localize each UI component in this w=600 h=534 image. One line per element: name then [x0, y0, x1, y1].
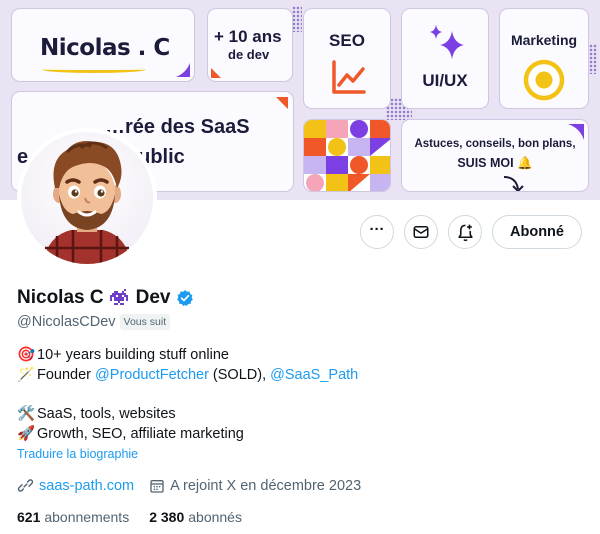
following-label: abonnements [44, 509, 130, 525]
website-link[interactable]: saas-path.com [39, 478, 134, 494]
display-name-prefix: Nicolas C [17, 287, 104, 308]
avatar-character-icon [43, 141, 131, 264]
corner-accent-icon [568, 124, 584, 140]
message-button[interactable] [404, 215, 438, 249]
profile-meta: saas-path.com A rejoint X en décembre 20… [17, 477, 361, 494]
arrow-down-icon [503, 176, 524, 191]
follows-you-badge: Vous suit [119, 314, 171, 330]
more-label: ··· [369, 221, 385, 238]
link-icon [17, 479, 34, 492]
space-invader-icon [109, 289, 128, 305]
banner-seo-text: SEO [329, 31, 365, 50]
bio-line: 🎯 10+ years building stuff online [17, 345, 358, 365]
notifications-button[interactable] [448, 215, 482, 249]
banner-tile-marketing: Marketing [499, 8, 589, 109]
bio-text: SaaS, tools, websites [37, 406, 176, 422]
banner-tile-uiux: UI/UX [401, 8, 489, 109]
banner-tile-tips: Astuces, conseils, bon plans, SUIS MOI 🔔 [401, 119, 589, 192]
sparkle-icon [430, 25, 464, 59]
target-emoji-icon: 🎯 [17, 347, 36, 363]
bio-text: Founder [37, 367, 96, 383]
verified-badge-icon[interactable] [176, 289, 194, 307]
more-options-button[interactable]: ··· [360, 215, 394, 249]
handle: @NicolasCDev [17, 314, 116, 330]
banner-name-text: Nicolas . C [40, 35, 170, 61]
corner-accent-icon [176, 63, 190, 77]
geometric-pattern-icon [304, 120, 390, 191]
followers-count-link[interactable]: 2 380 abonnés [149, 509, 242, 525]
bio-text: 10+ years building stuff online [37, 347, 229, 363]
follow-counts: 621 abonnements 2 380 abonnés [17, 509, 242, 525]
display-name-suffix: Dev [135, 287, 171, 308]
yellow-underline [42, 66, 146, 73]
followers-label: abonnés [188, 509, 242, 525]
calendar-icon [150, 479, 164, 493]
bio-line: 🛠️ SaaS, tools, websites [17, 404, 358, 424]
mention-link-saas-path[interactable]: @SaaS_Path [270, 365, 358, 385]
banner-years-line2: de dev [228, 47, 270, 62]
tools-emoji-icon: 🛠️ [17, 406, 36, 422]
trend-chart-icon [332, 60, 366, 94]
banner-uiux-text: UI/UX [422, 71, 468, 90]
rocket-emoji-icon: 🚀 [17, 426, 36, 442]
banner-years-line1: + 10 ans [214, 27, 282, 46]
followers-count: 2 380 [149, 509, 185, 525]
mention-link-productfetcher[interactable]: @ProductFetcher [95, 365, 209, 385]
display-name: Nicolas C Dev [17, 287, 194, 309]
banner-tips-line2: SUIS MOI 🔔 [457, 156, 533, 170]
banner-tips-line1: Astuces, conseils, bon plans, [414, 138, 576, 150]
bio-text: (SOLD), [208, 367, 271, 383]
bio: 🎯 10+ years building stuff online 🪄 Foun… [17, 345, 358, 444]
banner-tile-name: Nicolas . C [11, 8, 195, 82]
joined-date: A rejoint X en décembre 2023 [170, 477, 362, 494]
corner-accent-icon [276, 97, 288, 109]
handle-row: @NicolasCDev Vous suit [17, 314, 171, 330]
target-icon [523, 59, 565, 101]
banner-marketing-text: Marketing [510, 32, 578, 48]
following-count: 621 [17, 509, 41, 525]
magic-wand-emoji-icon: 🪄 [17, 367, 36, 383]
following-count-link[interactable]: 621 abonnements [17, 509, 129, 525]
banner-tile-years: + 10 ans de dev [207, 8, 293, 82]
avatar[interactable] [17, 128, 157, 268]
bio-line: 🪄 Founder @ProductFetcher (SOLD), @SaaS_… [17, 365, 358, 385]
banner-tile-pattern [303, 119, 391, 192]
bell-plus-icon [457, 224, 473, 241]
translate-bio-link[interactable]: Traduire la biographie [17, 447, 138, 461]
envelope-icon [413, 226, 429, 238]
bio-blank-line [17, 385, 358, 404]
following-button[interactable]: Abonné [492, 215, 582, 249]
bio-text: Growth, SEO, affiliate marketing [37, 426, 244, 442]
bio-line: 🚀 Growth, SEO, affiliate marketing [17, 424, 358, 444]
joined-item: A rejoint X en décembre 2023 [149, 478, 361, 494]
corner-accent-icon [211, 68, 221, 78]
dot-pattern [292, 6, 302, 32]
website-item: saas-path.com [17, 477, 134, 494]
banner-tile-seo: SEO [303, 8, 391, 109]
